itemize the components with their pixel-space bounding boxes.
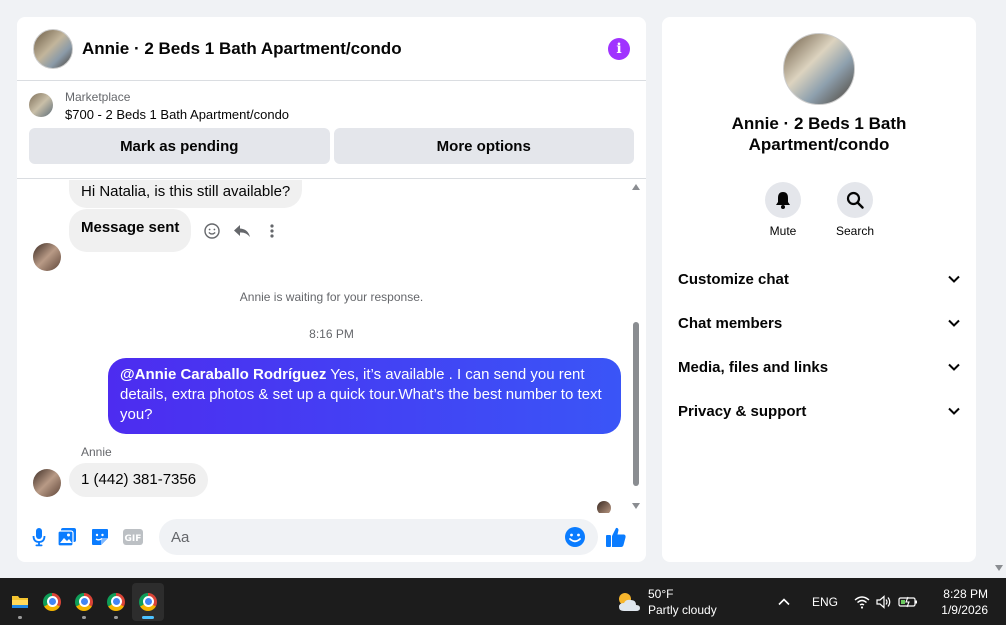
sender-avatar[interactable] — [33, 243, 61, 271]
bell-icon — [765, 182, 801, 218]
waiting-note: Annie is waiting for your response. — [239, 290, 424, 304]
section-privacy-support[interactable]: Privacy & support — [662, 389, 976, 433]
contact-avatar[interactable] — [33, 28, 73, 69]
chrome-icon — [75, 592, 93, 611]
message-timestamp: 8:16 PM — [309, 327, 354, 341]
thumbs-up-icon[interactable] — [598, 519, 634, 555]
mute-button[interactable]: Mute — [765, 182, 801, 238]
chrome-icon — [139, 592, 157, 611]
chrome-active-button[interactable] — [132, 582, 164, 621]
chrome-icon — [43, 592, 61, 611]
svg-text:GIF: GIF — [125, 534, 142, 544]
message-list[interactable]: Hi Natalia, is this still available? Mes… — [17, 180, 646, 513]
profile-avatar[interactable] — [783, 33, 855, 105]
weather-temp: 50°F — [648, 587, 674, 601]
emoji-icon[interactable] — [564, 526, 586, 548]
message-scrollbar[interactable] — [632, 180, 640, 513]
page-scroll-down-arrow-icon[interactable] — [995, 565, 1003, 571]
section-media-files-links[interactable]: Media, files and links — [662, 345, 976, 389]
info-icon[interactable]: i — [608, 37, 630, 60]
chrome-icon — [107, 592, 125, 611]
search-icon — [837, 182, 873, 218]
marketplace-listing: Marketplace $700 - 2 Beds 1 Bath Apartme… — [17, 81, 646, 179]
chrome-button[interactable] — [36, 583, 68, 621]
message-bubble[interactable]: Message sent — [69, 209, 192, 252]
section-label: Customize chat — [678, 270, 789, 288]
scroll-thumb[interactable] — [633, 322, 639, 486]
message-bubble[interactable]: 1 (442) 381-7356 — [69, 463, 209, 497]
chat-panel: Annie · 2 Beds 1 Bath Apartment/condo i … — [17, 17, 646, 562]
mention[interactable]: @Annie Caraballo Rodríguez — [120, 366, 326, 383]
weather-widget[interactable]: 50°F Partly cloudy — [616, 586, 717, 618]
message-bubble[interactable]: Hi Natalia, is this still available? — [69, 180, 303, 208]
clock[interactable]: 8:28 PM 1/9/2026 — [941, 586, 988, 618]
info-sections: Customize chat Chat members Media, files… — [662, 257, 976, 433]
search-button[interactable]: Search — [835, 182, 875, 238]
profile-name: Annie · 2 Beds 1 Bath Apartment/condo — [731, 114, 907, 154]
section-label: Media, files and links — [678, 358, 829, 376]
microphone-icon[interactable] — [29, 519, 49, 555]
section-customize-chat[interactable]: Customize chat — [662, 257, 976, 301]
search-label: Search — [835, 224, 875, 238]
battery-icon[interactable] — [898, 596, 918, 608]
sticker-icon[interactable] — [85, 519, 115, 555]
message-input-placeholder: Aa — [171, 528, 190, 546]
chat-title[interactable]: Annie · 2 Beds 1 Bath Apartment/condo — [82, 39, 608, 59]
listing-source: Marketplace — [65, 90, 131, 104]
message-row: Message sent — [69, 209, 281, 252]
chevron-down-icon — [948, 275, 960, 283]
react-icon[interactable] — [203, 222, 221, 240]
photo-icon[interactable] — [49, 519, 85, 555]
more-options-button[interactable]: More options — [333, 128, 634, 164]
chevron-up-icon[interactable] — [778, 597, 790, 606]
info-actions: Mute Search — [662, 182, 976, 238]
chevron-down-icon — [948, 319, 960, 327]
taskbar: 50°F Partly cloudy ENG 8:28 PM 1/9/2026 — [0, 578, 1006, 625]
system-tray: ENG — [778, 578, 918, 625]
partly-cloudy-icon — [619, 593, 640, 611]
mark-as-pending-button[interactable]: Mark as pending — [29, 128, 330, 164]
conversation-info-panel: Annie · 2 Beds 1 Bath Apartment/condo Mu… — [662, 17, 976, 562]
file-explorer-button[interactable] — [4, 583, 36, 621]
section-chat-members[interactable]: Chat members — [662, 301, 976, 345]
listing-thumbnail[interactable] — [29, 93, 53, 117]
chrome-profile-button[interactable] — [68, 583, 100, 621]
scroll-up-arrow-icon[interactable] — [632, 184, 640, 190]
composer: GIF Aa — [17, 512, 646, 562]
volume-icon[interactable] — [876, 594, 892, 609]
outgoing-message-bubble[interactable]: @Annie Caraballo Rodríguez Yes, it’s ava… — [108, 358, 621, 434]
folder-icon — [12, 596, 28, 608]
mute-label: Mute — [769, 224, 797, 238]
clock-time: 8:28 PM — [943, 587, 988, 601]
weather-desc: Partly cloudy — [648, 603, 717, 617]
listing-price-title[interactable]: $700 - 2 Beds 1 Bath Apartment/condo — [65, 107, 289, 122]
reply-icon[interactable] — [233, 222, 251, 240]
clock-date: 1/9/2026 — [941, 603, 988, 617]
message-input[interactable]: Aa — [159, 519, 598, 555]
section-label: Privacy & support — [678, 402, 807, 420]
sender-name: Annie — [81, 445, 112, 459]
language-indicator[interactable]: ENG — [812, 595, 838, 609]
chrome-profile-button[interactable] — [100, 583, 132, 621]
chevron-down-icon — [948, 363, 960, 371]
wifi-icon[interactable] — [854, 595, 870, 609]
section-label: Chat members — [678, 314, 783, 332]
more-vertical-icon[interactable] — [263, 222, 281, 240]
gif-icon[interactable]: GIF — [115, 519, 151, 555]
chat-header: Annie · 2 Beds 1 Bath Apartment/condo i — [17, 17, 646, 81]
message-actions — [203, 222, 281, 240]
chevron-down-icon — [948, 407, 960, 415]
message-row: Hi Natalia, is this still available? — [69, 180, 303, 208]
message-row: 1 (442) 381-7356 — [69, 463, 209, 497]
sender-avatar[interactable] — [33, 469, 61, 497]
scroll-down-arrow-icon[interactable] — [632, 503, 640, 509]
